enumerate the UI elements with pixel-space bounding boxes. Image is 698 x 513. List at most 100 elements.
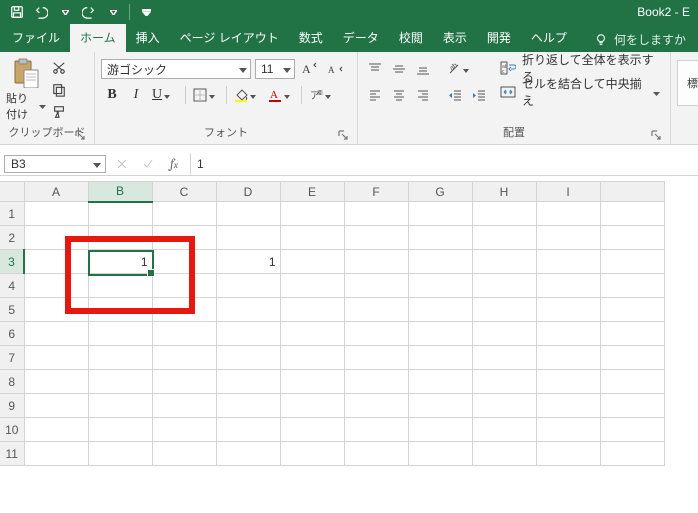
bold-button[interactable]: B: [101, 84, 123, 106]
cell-A10[interactable]: [24, 418, 88, 442]
cell-B10[interactable]: [88, 418, 152, 442]
cell-F1[interactable]: [344, 202, 408, 226]
font-color-button[interactable]: A: [265, 84, 297, 106]
borders-button[interactable]: [190, 84, 222, 106]
cell-H2[interactable]: [472, 226, 536, 250]
tab-review[interactable]: 校閲: [389, 24, 433, 52]
cell-extra[interactable]: [600, 202, 664, 226]
row-header-9[interactable]: 9: [0, 394, 24, 418]
phonetic-guide-button[interactable]: ア亜: [306, 84, 338, 106]
col-header-E[interactable]: E: [280, 182, 344, 202]
tab-formulas[interactable]: 数式: [289, 24, 333, 52]
select-all-corner[interactable]: [0, 182, 24, 202]
cell-D4[interactable]: [216, 274, 280, 298]
cell-C1[interactable]: [152, 202, 216, 226]
customize-qat-button[interactable]: [135, 1, 157, 23]
cell-H7[interactable]: [472, 346, 536, 370]
cell-C10[interactable]: [152, 418, 216, 442]
cell-B1[interactable]: [88, 202, 152, 226]
cell-D5[interactable]: [216, 298, 280, 322]
cell-E2[interactable]: [280, 226, 344, 250]
enter-formula-button[interactable]: [136, 153, 160, 175]
formula-input[interactable]: 1: [190, 153, 698, 175]
clipboard-dialog-launcher[interactable]: [74, 130, 86, 142]
row-header-5[interactable]: 5: [0, 298, 24, 322]
cell-C5[interactable]: [152, 298, 216, 322]
cell-E11[interactable]: [280, 442, 344, 466]
undo-button[interactable]: [30, 1, 52, 23]
col-header-C[interactable]: C: [152, 182, 216, 202]
cell-extra[interactable]: [600, 250, 664, 274]
alignment-dialog-launcher[interactable]: [650, 130, 662, 142]
tab-data[interactable]: データ: [333, 24, 389, 52]
cell-G10[interactable]: [408, 418, 472, 442]
col-header-extra[interactable]: [600, 182, 664, 202]
cell-extra[interactable]: [600, 322, 664, 346]
cell-F4[interactable]: [344, 274, 408, 298]
row-header-6[interactable]: 6: [0, 322, 24, 346]
tab-view[interactable]: 表示: [433, 24, 477, 52]
cell-extra[interactable]: [600, 442, 664, 466]
increase-indent-button[interactable]: [468, 84, 490, 106]
cell-A2[interactable]: [24, 226, 88, 250]
worksheet-grid[interactable]: A B C D E F G H I 123114567891011: [0, 181, 698, 513]
cell-extra[interactable]: [600, 346, 664, 370]
cell-B9[interactable]: [88, 394, 152, 418]
redo-button[interactable]: [78, 1, 100, 23]
cell-D1[interactable]: [216, 202, 280, 226]
font-size-combo[interactable]: 11: [255, 59, 295, 79]
cell-D2[interactable]: [216, 226, 280, 250]
cell-H5[interactable]: [472, 298, 536, 322]
tab-file[interactable]: ファイル: [2, 24, 70, 52]
cell-A5[interactable]: [24, 298, 88, 322]
cell-C3[interactable]: [152, 250, 216, 274]
align-right-button[interactable]: [412, 84, 434, 106]
cell-extra[interactable]: [600, 226, 664, 250]
cell-I5[interactable]: [536, 298, 600, 322]
cell-I7[interactable]: [536, 346, 600, 370]
cell-G1[interactable]: [408, 202, 472, 226]
cell-I8[interactable]: [536, 370, 600, 394]
cell-D10[interactable]: [216, 418, 280, 442]
cell-C6[interactable]: [152, 322, 216, 346]
cell-H11[interactable]: [472, 442, 536, 466]
col-header-A[interactable]: A: [24, 182, 88, 202]
underline-button[interactable]: U: [149, 84, 181, 106]
cell-H4[interactable]: [472, 274, 536, 298]
cell-A7[interactable]: [24, 346, 88, 370]
cell-F6[interactable]: [344, 322, 408, 346]
cell-F9[interactable]: [344, 394, 408, 418]
cell-D9[interactable]: [216, 394, 280, 418]
cell-I3[interactable]: [536, 250, 600, 274]
cell-G9[interactable]: [408, 394, 472, 418]
format-painter-button[interactable]: [48, 102, 70, 122]
align-bottom-button[interactable]: [412, 58, 434, 80]
align-middle-button[interactable]: [388, 58, 410, 80]
cell-F3[interactable]: [344, 250, 408, 274]
increase-font-size-button[interactable]: A: [299, 58, 321, 80]
save-button[interactable]: [6, 1, 28, 23]
cell-E4[interactable]: [280, 274, 344, 298]
insert-function-button[interactable]: fx: [162, 153, 186, 175]
cell-G11[interactable]: [408, 442, 472, 466]
cell-style-normal[interactable]: 標準: [677, 60, 698, 106]
cell-D6[interactable]: [216, 322, 280, 346]
cell-extra[interactable]: [600, 418, 664, 442]
cell-H9[interactable]: [472, 394, 536, 418]
cell-A3[interactable]: [24, 250, 88, 274]
cell-E7[interactable]: [280, 346, 344, 370]
cell-B6[interactable]: [88, 322, 152, 346]
cell-H8[interactable]: [472, 370, 536, 394]
col-header-B[interactable]: B: [88, 182, 152, 202]
name-box[interactable]: B3: [4, 155, 106, 173]
col-header-H[interactable]: H: [472, 182, 536, 202]
cell-D7[interactable]: [216, 346, 280, 370]
tab-insert[interactable]: 挿入: [126, 24, 170, 52]
cell-F10[interactable]: [344, 418, 408, 442]
tab-developer[interactable]: 開発: [477, 24, 521, 52]
row-header-10[interactable]: 10: [0, 418, 24, 442]
cell-D3[interactable]: 1: [216, 250, 280, 274]
col-header-I[interactable]: I: [536, 182, 600, 202]
decrease-font-size-button[interactable]: A: [325, 58, 347, 80]
merge-center-button[interactable]: セルを結合して中央揃え: [496, 82, 664, 102]
